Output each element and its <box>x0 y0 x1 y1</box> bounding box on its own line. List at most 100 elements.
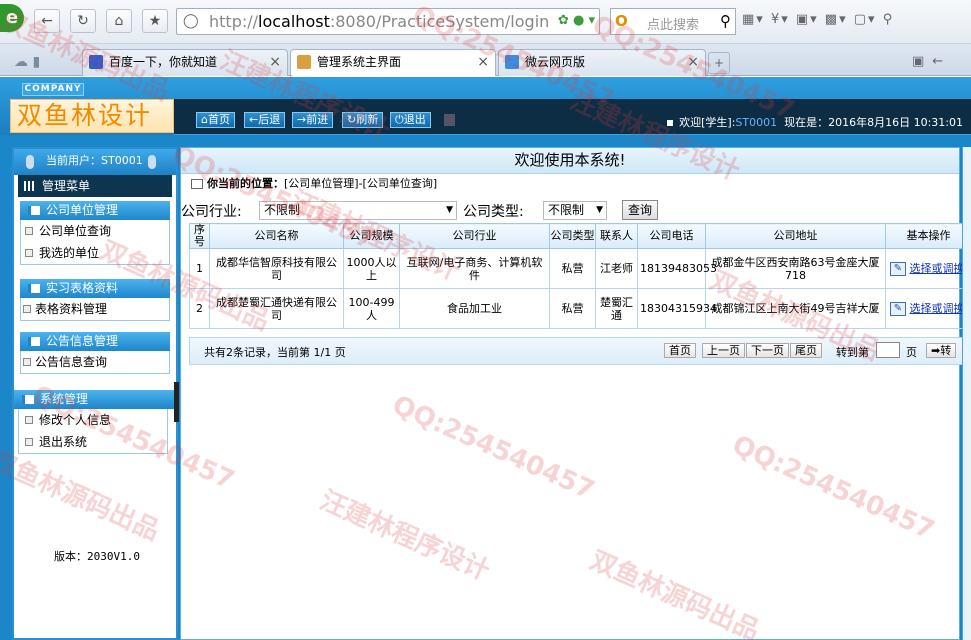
nav-back-button[interactable]: ←后退 <box>244 112 286 128</box>
current-user-label: 当前用户：ST0001 <box>46 154 143 167</box>
cell: 江老师 <box>595 248 638 289</box>
select-or-swap-link[interactable]: 选择或调换 <box>910 262 965 275</box>
nav-logout-button[interactable]: ⏻退出 <box>390 112 431 128</box>
home-icon[interactable]: ⌂ <box>106 9 132 33</box>
table-row: 1 成都华信智原科技有限公司 1000人以上 互联网/电子商务、计算机软件 私营… <box>189 248 971 289</box>
pin-icon <box>148 155 156 169</box>
industry-select[interactable]: 不限制 ▼ <box>259 201 457 220</box>
search-box[interactable]: O 点此搜索 ⚲ <box>610 8 736 35</box>
cell: 1000人以上 <box>343 248 400 289</box>
doc-icon <box>23 305 31 313</box>
chevron-down-icon: ▼ <box>596 205 603 215</box>
search-engine-icon[interactable]: O <box>615 12 628 30</box>
new-tab-plus-icon[interactable]: + <box>708 52 730 74</box>
col-header: 公司规模 <box>343 223 400 249</box>
location-icon <box>191 179 203 189</box>
tab-label: 百度一下，你就知道 <box>109 55 218 69</box>
col-header: 基本操作 <box>885 223 971 249</box>
operation-cell: ✎ 选择或调换 <box>885 288 971 329</box>
prev-page-button[interactable]: 上一页 <box>702 343 745 358</box>
tab-weiyun[interactable]: 微云网页版 × <box>498 49 706 76</box>
cell: 100-499人 <box>343 288 400 329</box>
sidebar-item-forms-manage[interactable]: 表格资料管理 <box>21 298 169 320</box>
sidebar-item-notice-query[interactable]: 公告信息查询 <box>21 351 169 373</box>
pagination-bar: 共有2条记录，当前第 1/1 页 首页 上一页 下一页 尾页 转到第 页 ➡转 <box>189 337 971 365</box>
edit-icon[interactable]: ✎ <box>890 301 906 316</box>
nav-refresh-button[interactable]: ↻刷新 <box>342 112 384 128</box>
select-or-swap-link[interactable]: 选择或调换 <box>910 302 965 315</box>
doc-icon <box>25 438 33 446</box>
tab-admin-main[interactable]: 管理系统主界面 × <box>290 49 496 76</box>
cell: 互联网/电子商务、计算机软件 <box>399 248 550 289</box>
cloud-icon[interactable]: ☁ ▮ <box>14 54 40 70</box>
refresh-icon[interactable]: ↻ <box>70 9 96 33</box>
tab-label: 微云网页版 <box>525 55 586 69</box>
type-label: 公司类型: <box>463 204 524 220</box>
table-header-row: 序号 公司名称 公司规模 公司行业 公司类型 联系人 公司电话 公司地址 基本操… <box>189 223 971 249</box>
next-page-button[interactable]: 下一页 <box>746 343 789 358</box>
address-bar[interactable]: ◯ http://localhost:8080/PracticeSystem/l… <box>176 8 600 35</box>
url-text[interactable]: http://localhost:8080/PracticeSystem/log… <box>209 12 549 31</box>
sidebar-item-my-company[interactable]: 我选的单位 <box>21 242 169 264</box>
edit-icon[interactable]: ✎ <box>890 261 906 276</box>
page-number-input[interactable] <box>876 342 900 358</box>
browser-tabbar: ☁ ▮ 百度一下，你就知道 × 管理系统主界面 × 微云网页版 × + ▣← <box>0 44 971 76</box>
last-page-button[interactable]: 尾页 <box>790 343 822 358</box>
group-forms[interactable]: 实习表格资料 <box>20 279 170 298</box>
brand-logo: 双鱼林设计 <box>10 99 174 133</box>
browser-logo-icon[interactable]: e <box>0 4 24 32</box>
close-icon[interactable]: × <box>269 50 281 74</box>
sidebar-toggle-handle[interactable] <box>174 382 179 422</box>
cell: 成都华信智原科技有限公司 <box>209 248 344 289</box>
group-system[interactable]: 系统管理 <box>14 390 176 409</box>
table-row: 2 成都楚蜀汇通快递有限公司 100-499人 食品加工业 私营 楚蜀汇通 18… <box>189 288 971 329</box>
nav-home-button[interactable]: ⌂首页 <box>196 112 235 128</box>
nav-separator <box>444 114 455 126</box>
col-header: 公司电话 <box>637 223 706 249</box>
right-scroll-edge[interactable] <box>962 147 971 640</box>
first-page-button[interactable]: 首页 <box>664 343 696 358</box>
tab-baidu[interactable]: 百度一下，你就知道 × <box>82 49 288 76</box>
col-header: 公司名称 <box>209 223 344 249</box>
nav-forward-button[interactable]: →前进 <box>292 112 334 128</box>
operation-cell: ✎ 选择或调换 <box>885 248 971 289</box>
query-button[interactable]: 查询 <box>622 200 658 220</box>
type-select[interactable]: 不限制 ▼ <box>543 201 607 220</box>
folder-icon <box>22 395 34 404</box>
paw-icon <box>89 55 103 69</box>
doc-icon <box>25 416 33 424</box>
star-icon[interactable]: ★ <box>142 9 168 33</box>
sidebar-item-logout[interactable]: 退出系统 <box>19 431 167 453</box>
back-arrow-icon[interactable]: ← <box>34 9 60 33</box>
group-notice[interactable]: 公告信息管理 <box>20 332 170 351</box>
address-bar-icons[interactable]: ✿ ● ▾ <box>558 13 595 28</box>
group-company-items: 公司单位查询 我选的单位 <box>20 220 170 265</box>
sidebar-item-edit-profile[interactable]: 修改个人信息 <box>19 409 167 431</box>
tab-controls-icons[interactable]: ▣← <box>912 54 951 69</box>
tab-label: 管理系统主界面 <box>317 55 402 69</box>
group-company[interactable]: 公司单位管理 <box>20 201 170 220</box>
close-icon[interactable]: × <box>687 50 699 74</box>
close-icon[interactable]: × <box>477 50 489 74</box>
col-header: 序号 <box>189 223 210 249</box>
go-page-button[interactable]: ➡转 <box>926 343 957 358</box>
cell: 18304315934 <box>637 288 717 329</box>
cell: 2 <box>189 288 210 329</box>
app-frame: COMPANY 双鱼林设计 ⌂首页 ←后退 →前进 ↻刷新 ⏻退出 欢迎[学生]… <box>0 77 971 640</box>
search-icon[interactable]: ⚲ <box>720 12 731 30</box>
cell: 楚蜀汇通 <box>595 288 638 329</box>
top-nav: ⌂首页 ←后退 →前进 ↻刷新 ⏻退出 欢迎[学生]:ST0001 现在是：20… <box>174 99 971 135</box>
cell: 成都楚蜀汇通快递有限公司 <box>209 288 344 329</box>
menu-grid-icon <box>24 181 36 191</box>
welcome-username: ST0001 <box>735 116 778 129</box>
cell: 18139483053 <box>637 248 717 289</box>
record-summary: 共有2条记录，当前第 1/1 页 <box>204 346 346 359</box>
group-notice-items: 公告信息查询 <box>20 351 170 374</box>
cloud-icon <box>505 55 519 69</box>
cell: 成都金牛区西安南路63号金座大厦718 <box>705 248 886 289</box>
folder-icon <box>28 284 40 293</box>
page-unit-label: 页 <box>906 346 917 359</box>
folder-icon <box>28 337 40 346</box>
sidebar-item-company-query[interactable]: 公司单位查询 <box>21 220 169 242</box>
browser-extension-icons[interactable]: ▦▾ ¥▾ ▣▾ ▩▾ ▢▾ ⚲ <box>742 12 894 27</box>
